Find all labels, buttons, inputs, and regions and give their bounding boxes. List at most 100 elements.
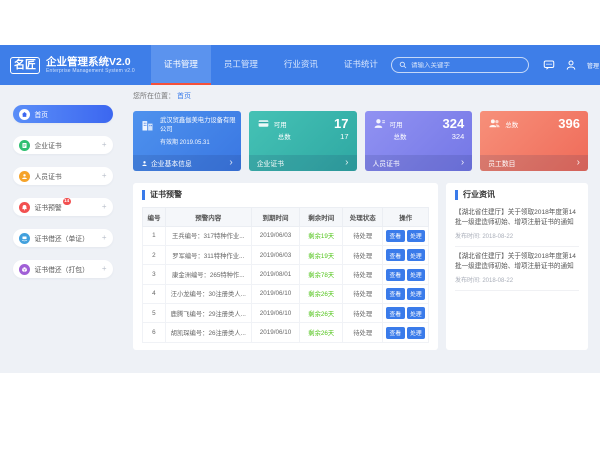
table-row: 2 罗军编号：311特种作业... 2019/06/03 剩余19天 待处理 查…: [143, 245, 429, 264]
sidebar-item-person-certs[interactable]: 人员证书 +: [13, 167, 113, 185]
handle-button[interactable]: 处理: [407, 230, 426, 242]
news-title: 【湖北省住建厅】关于领取2018年度第14批一级建造师初始、增项注册证书的通知: [455, 252, 579, 272]
stat-label: 可用: [390, 119, 403, 129]
expand-icon[interactable]: +: [102, 234, 107, 242]
tab-certificate-statistics[interactable]: 证书统计: [331, 45, 391, 85]
company-name: 武汉贸鑫伽美电力设备有限公司: [160, 117, 236, 135]
chevron-right-icon: ›: [229, 158, 232, 168]
stat-label: 总数: [394, 131, 407, 141]
staff-count-card: 总数 396 员工数目 ›: [480, 111, 588, 171]
sidebar-item-label: 企业证书: [35, 140, 62, 150]
tab-industry-news[interactable]: 行业资讯: [271, 45, 331, 85]
card-footer-label: 企业证书: [257, 158, 284, 168]
stat-label: 可用: [274, 119, 287, 129]
certificate-icon: [19, 140, 30, 151]
view-button[interactable]: 查看: [386, 249, 405, 261]
news-item[interactable]: 【湖北省住建厅】关于领取2018年度第14批一级建造师初始、增项注册证书的通知 …: [455, 207, 579, 247]
hand-card-icon: [19, 233, 30, 244]
col-remaining: 剩余时间: [300, 207, 343, 226]
view-button[interactable]: 查看: [386, 288, 405, 300]
news-item[interactable]: 【湖北省住建厅】关于领取2018年度第14批一级建造师初始、增项注册证书的通知 …: [455, 251, 579, 291]
card-icon: [373, 117, 386, 130]
person-certs-card: 可用 324 总数 324 人员证书 ›: [365, 111, 473, 171]
app-body: 首页 企业证书 + 人员证书 + 证书预: [0, 85, 600, 373]
handle-button[interactable]: 处理: [407, 249, 426, 261]
sidebar-item-enterprise-certs[interactable]: 企业证书 +: [13, 136, 113, 154]
message-icon[interactable]: [543, 59, 555, 71]
chevron-right-icon: ›: [461, 158, 464, 168]
stat-label: 总数: [278, 131, 291, 141]
search-box[interactable]: [391, 57, 529, 73]
tab-certificate-management[interactable]: 证书管理: [151, 45, 211, 85]
main-content: 您所在位置：首页 武汉贸鑫伽美电力设备有限公司 有效期 2019.05.31: [125, 85, 600, 373]
panel-title: 证书预警: [142, 190, 429, 200]
sidebar-item-label: 首页: [35, 109, 49, 119]
col-no: 编号: [143, 207, 166, 226]
sidebar-item-label: 人员证书: [35, 171, 62, 181]
chevron-right-icon: ›: [577, 158, 580, 168]
app-window: 名匠 企业管理系统V2.0 Enterprise Management Syst…: [0, 45, 600, 373]
alerts-table: 编号 预警内容 到期时间 剩余时间 处理状态 操作 1 王兵编号: [142, 207, 429, 343]
card-footer-label: 企业基本信息: [151, 158, 192, 168]
company-info-link[interactable]: 企业基本信息 ›: [133, 155, 241, 171]
logo: 名匠: [10, 57, 40, 74]
news-title: 【湖北省住建厅】关于领取2018年度第14批一级建造师初始、增项注册证书的通知: [455, 208, 579, 228]
enterprise-certs-card: 可用 17 总数 17 企业证书 ›: [249, 111, 357, 171]
alarm-icon: [19, 202, 30, 213]
stat-value-available: 324: [443, 117, 465, 130]
breadcrumb-home-link[interactable]: 首页: [177, 93, 191, 100]
company-validity: 有效期 2019.05.31: [160, 137, 234, 146]
person-certs-link[interactable]: 人员证书 ›: [365, 155, 473, 171]
handle-button[interactable]: 处理: [407, 288, 426, 300]
app-subtitle: Enterprise Management System v2.0: [46, 68, 135, 74]
expand-icon[interactable]: +: [102, 141, 107, 149]
home-icon: [19, 109, 30, 120]
chevron-right-icon: ›: [345, 158, 348, 168]
enterprise-certs-link[interactable]: 企业证书 ›: [249, 155, 357, 171]
sidebar-item-home[interactable]: 首页: [13, 105, 113, 123]
user-icon[interactable]: [565, 59, 577, 71]
tab-employee-management[interactable]: 员工管理: [211, 45, 271, 85]
user-name: 管理: [587, 61, 599, 70]
table-row: 3 康金洲编号：265特种作... 2019/08/01 剩余78天 待处理 查…: [143, 265, 429, 284]
sidebar-item-label: 证书借还（打包）: [35, 264, 89, 274]
news-time: 发布时间: 2018-08-22: [455, 275, 579, 284]
stat-value-total: 396: [558, 117, 580, 130]
stat-value-available: 17: [334, 117, 348, 130]
sidebar: 首页 企业证书 + 人员证书 + 证书预: [0, 85, 125, 373]
col-status: 处理状态: [343, 207, 383, 226]
user-menu[interactable]: 管理 ▾: [587, 61, 600, 70]
handle-button[interactable]: 处理: [407, 269, 426, 281]
news-time: 发布时间: 2018-08-22: [455, 231, 579, 240]
view-button[interactable]: 查看: [386, 269, 405, 281]
app-title: 企业管理系统V2.0: [46, 56, 135, 68]
table-header-row: 编号 预警内容 到期时间 剩余时间 处理状态 操作: [143, 207, 429, 226]
expand-icon[interactable]: +: [102, 203, 107, 211]
sidebar-item-label: 证书预警 14: [35, 202, 62, 212]
view-button[interactable]: 查看: [386, 230, 405, 242]
sidebar-item-cert-alerts[interactable]: 证书预警 14 +: [13, 198, 113, 216]
handle-button[interactable]: 处理: [407, 307, 426, 319]
table-row: 5 鹿腾飞编号：29注册类人... 2019/06/10 剩余26天 待处理 查…: [143, 304, 429, 323]
search-input[interactable]: [411, 62, 521, 69]
sidebar-item-label: 证书借还（单证）: [35, 233, 89, 243]
view-button[interactable]: 查看: [386, 307, 405, 319]
view-button[interactable]: 查看: [386, 327, 405, 339]
package-icon: [19, 264, 30, 275]
expand-icon[interactable]: +: [102, 172, 107, 180]
sidebar-item-cert-borrow-single[interactable]: 证书借还（单证） +: [13, 229, 113, 247]
top-header: 名匠 企业管理系统V2.0 Enterprise Management Syst…: [0, 45, 600, 85]
handle-button[interactable]: 处理: [407, 327, 426, 339]
header-actions: 管理 ▾: [543, 59, 600, 71]
sidebar-item-cert-borrow-package[interactable]: 证书借还（打包） +: [13, 260, 113, 278]
table-row: 4 汪小龙编号：30注册类人... 2019/06/10 剩余26天 待处理 查…: [143, 284, 429, 303]
staff-count-link[interactable]: 员工数目 ›: [480, 155, 588, 171]
top-nav: 证书管理 员工管理 行业资讯 证书统计: [151, 45, 391, 85]
col-content: 预警内容: [165, 207, 251, 226]
cert-alerts-panel: 证书预警 编号 预警内容 到期时间 剩余时间 处理状态 操作: [133, 183, 438, 350]
expand-icon[interactable]: +: [102, 265, 107, 273]
search-icon: [399, 61, 411, 69]
card-footer-label: 人员证书: [373, 158, 400, 168]
stat-value-total: 17: [340, 132, 348, 141]
stat-value-total: 324: [452, 132, 465, 141]
